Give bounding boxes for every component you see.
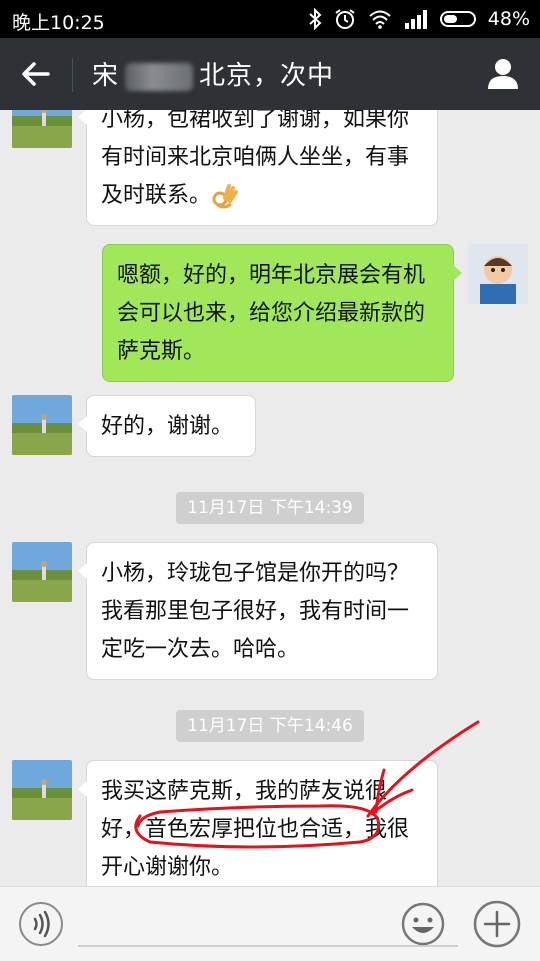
voice-input-icon[interactable] (18, 901, 64, 947)
contact-avatar[interactable] (12, 395, 72, 455)
message-text: 好的，谢谢。 (101, 414, 234, 439)
chat-title: 宋 北京，次中 (92, 55, 334, 92)
bluetooth-icon (309, 8, 322, 30)
contact-avatar[interactable] (12, 542, 72, 602)
timestamp: 11月17日 下午14:46 (176, 710, 364, 742)
message-text: 我买这萨克斯，我的萨友说很好，音色宏厚把位也合适，我很开心谢谢你。 (101, 779, 410, 880)
message-bubble[interactable]: 好的，谢谢。 (78, 395, 256, 457)
more-plus-icon[interactable] (472, 899, 522, 949)
chat-title-prefix: 宋 (92, 61, 120, 91)
message-text: 小杨，包裙收到了谢谢，如果你有时间来北京咱俩人坐坐，有事及时联系。 (101, 110, 410, 208)
input-bar (0, 886, 540, 961)
ok-hand-emoji-icon (212, 184, 239, 209)
message-bubble[interactable]: 小杨，包裙收到了谢谢，如果你有时间来北京咱俩人坐坐，有事及时联系。 (78, 110, 438, 226)
emoji-icon[interactable] (400, 901, 446, 947)
message-bubble[interactable]: 小杨，玲珑包子馆是你开的吗？我看那里包子很好，我有时间一定吃一次去。哈哈。 (78, 542, 438, 680)
battery-icon (439, 11, 476, 27)
battery-percent: 48% (487, 8, 530, 30)
my-message-bubble[interactable]: 嗯额，好的，明年北京展会有机会可以也来，给您介绍最新款的萨克斯。 (102, 244, 462, 382)
chat-header: 宋 北京，次中 (0, 38, 540, 110)
redacted-name (125, 62, 194, 91)
wifi-icon (369, 10, 391, 29)
message-bubble[interactable]: 我买这萨克斯，我的萨友说很好，音色宏厚把位也合适，我很开心谢谢你。 (78, 760, 438, 886)
message-text: 嗯额，好的，明年北京展会有机会可以也来，给您介绍最新款的萨克斯。 (117, 263, 426, 364)
contact-avatar[interactable] (12, 760, 72, 820)
status-time: 晚上10:25 (12, 12, 105, 34)
contact-avatar[interactable] (12, 110, 72, 148)
back-arrow-icon[interactable] (18, 56, 54, 92)
alarm-icon (335, 9, 355, 29)
chat-title-suffix: 北京，次中 (199, 61, 335, 91)
message-text: 小杨，玲珑包子馆是你开的吗？我看那里包子很好，我有时间一定吃一次去。哈哈。 (101, 561, 410, 662)
status-bar: 晚上10:25 48% (0, 0, 540, 38)
header-divider (72, 58, 73, 92)
contact-profile-icon[interactable] (486, 56, 520, 90)
my-avatar[interactable] (468, 244, 528, 304)
timestamp: 11月17日 下午14:39 (176, 492, 364, 524)
message-list[interactable]: 小杨，包裙收到了谢谢，如果你有时间来北京咱俩人坐坐，有事及时联系。 嗯额，好的，… (0, 110, 540, 886)
signal-icon (404, 10, 427, 29)
